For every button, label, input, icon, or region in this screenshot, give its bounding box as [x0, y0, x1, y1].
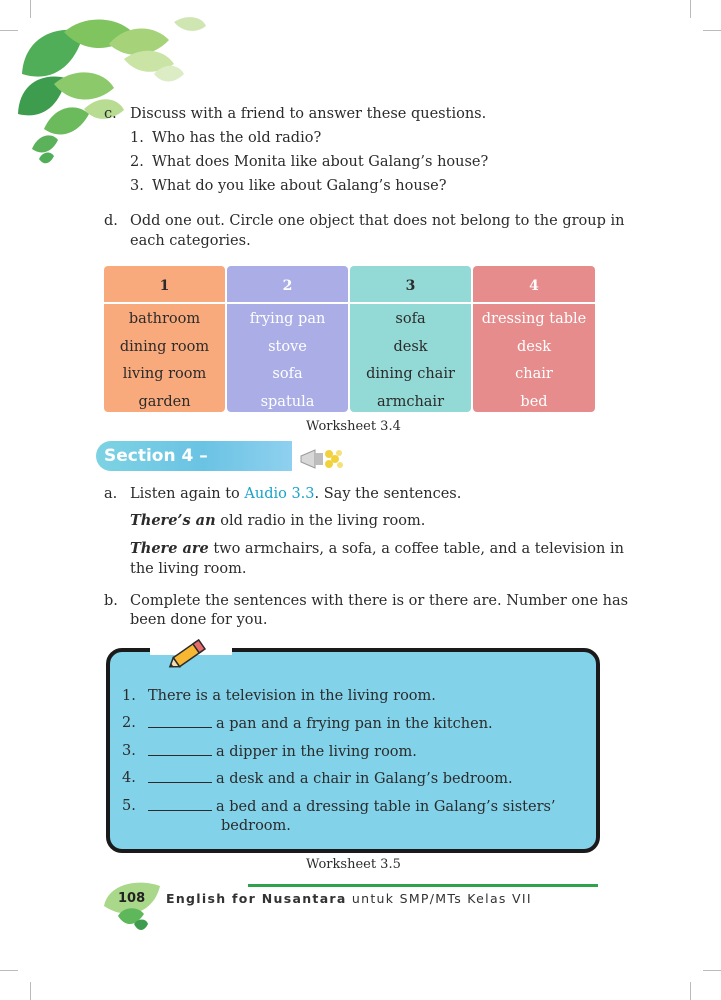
worksheet-item-row: a desk and a chair in Galang’s bedroom. — [148, 768, 513, 789]
item-label-c: c. — [104, 106, 117, 122]
question-text: Who has the old radio? — [152, 130, 322, 146]
section-d-line1: Odd one out. Circle one object that does… — [130, 213, 625, 229]
table-cell: armchair — [377, 394, 444, 410]
worksheet-item-number: 3. — [122, 743, 136, 759]
worksheet-item-number: 4. — [122, 770, 136, 786]
footer-book-title: English for Nusantara untuk SMP/MTs Kela… — [166, 891, 532, 906]
worksheet-caption: Worksheet 3.5 — [306, 857, 401, 872]
section-a-text-after: . Say the sentences. — [314, 486, 462, 502]
example-bold: There’s an — [130, 512, 216, 529]
section-a-text: Listen again to Audio 3.3. Say the sente… — [130, 484, 461, 504]
answer-blank[interactable] — [148, 768, 212, 783]
table-cell: desk — [393, 339, 428, 355]
example-sentence-2: There are two armchairs, a sofa, a coffe… — [130, 539, 624, 559]
table-cell: sofa — [272, 366, 303, 382]
crop-mark — [30, 982, 31, 1000]
table-column: 4 dressing table desk chair bed — [473, 266, 595, 412]
section-c-text: Discuss with a friend to answer these qu… — [130, 106, 487, 122]
crop-mark — [703, 30, 721, 31]
worksheet-item-text: a pan and a frying pan in the kitchen. — [216, 716, 493, 732]
table-cell: garden — [138, 394, 191, 410]
question-text: What does Monita like about Galang’s hou… — [152, 154, 489, 170]
column-header: 4 — [473, 266, 595, 304]
table-cell: chair — [515, 366, 553, 382]
table-cell: dining room — [119, 339, 210, 355]
footer-rule — [248, 884, 598, 887]
table-cell: sofa — [395, 311, 426, 327]
worksheet-item-text-line2: bedroom. — [221, 818, 291, 834]
section-b-line2: been done for you. — [130, 612, 268, 628]
column-header: 3 — [350, 266, 471, 304]
section-d-line2: each categories. — [130, 233, 251, 249]
question-number: 2. — [130, 154, 144, 170]
example-rest: two armchairs, a sofa, a coffee table, a… — [208, 541, 624, 557]
item-label-d: d. — [104, 213, 118, 229]
crop-mark — [703, 970, 721, 971]
table-cell: dining chair — [366, 366, 455, 382]
table-cell: frying pan — [249, 311, 326, 327]
example-sentence-1: There’s an old radio in the living room. — [130, 511, 425, 531]
worksheet-item-text: a dipper in the living room. — [216, 744, 417, 760]
worksheet-caption: Worksheet 3.4 — [306, 419, 401, 434]
example-bold: There are — [130, 540, 209, 557]
table-cell: stove — [268, 339, 307, 355]
section-b-line1: Complete the sentences with there is or … — [130, 593, 629, 609]
speaker-icon[interactable] — [297, 444, 349, 474]
table-cell: living room — [122, 366, 207, 382]
section-a-text-before: Listen again to — [130, 486, 245, 502]
example-sentence-2-line2: the living room. — [130, 561, 247, 577]
table-cell: bed — [520, 394, 548, 410]
odd-one-out-table: 1 bathroom dining room living room garde… — [104, 266, 595, 412]
question-number: 3. — [130, 178, 144, 194]
answer-blank[interactable] — [148, 713, 212, 728]
page-number: 108 — [118, 891, 146, 906]
worksheet-item-number: 5. — [122, 798, 136, 814]
answer-blank[interactable] — [148, 796, 212, 811]
crop-mark — [690, 982, 691, 1000]
example-rest: old radio in the living room. — [215, 513, 426, 529]
worksheet-item-number: 1. — [122, 688, 136, 704]
crop-mark — [0, 970, 18, 971]
answer-blank[interactable] — [148, 741, 212, 756]
table-cell: spatula — [260, 394, 315, 410]
column-header: 2 — [227, 266, 348, 304]
audio-link[interactable]: Audio 3.3 — [244, 486, 314, 502]
footer-leaf-icon — [104, 882, 160, 930]
crop-mark — [690, 0, 691, 18]
table-cell: bathroom — [128, 311, 201, 327]
worksheet-item-row: a bed and a dressing table in Galang’s s… — [148, 796, 556, 817]
footer-book-rest: untuk SMP/MTs Kelas VII — [346, 891, 532, 906]
table-cell: desk — [516, 339, 552, 355]
item-label-a: a. — [104, 486, 118, 502]
table-column: 1 bathroom dining room living room garde… — [104, 266, 225, 412]
worksheet-item-row: a pan and a frying pan in the kitchen. — [148, 713, 493, 734]
table-column: 3 sofa desk dining chair armchair — [350, 266, 471, 412]
section-heading: Section 4 – Speaking — [96, 441, 292, 490]
table-column: 2 frying pan stove sofa spatula — [227, 266, 348, 412]
table-cell: dressing table — [481, 311, 587, 327]
pencil-icon — [168, 638, 207, 668]
worksheet-item-text: a desk and a chair in Galang’s bedroom. — [216, 771, 513, 787]
worksheet-item-text: a bed and a dressing table in Galang’s s… — [216, 799, 556, 815]
worksheet-item-row: a dipper in the living room. — [148, 741, 417, 762]
worksheet-item-number: 2. — [122, 715, 136, 731]
footer-book-bold: English for Nusantara — [166, 891, 347, 906]
column-header: 1 — [104, 266, 225, 304]
worksheet-item-text: There is a television in the living room… — [148, 688, 436, 704]
question-number: 1. — [130, 130, 144, 146]
question-text: What do you like about Galang’s house? — [152, 178, 447, 194]
item-label-b: b. — [104, 593, 118, 609]
